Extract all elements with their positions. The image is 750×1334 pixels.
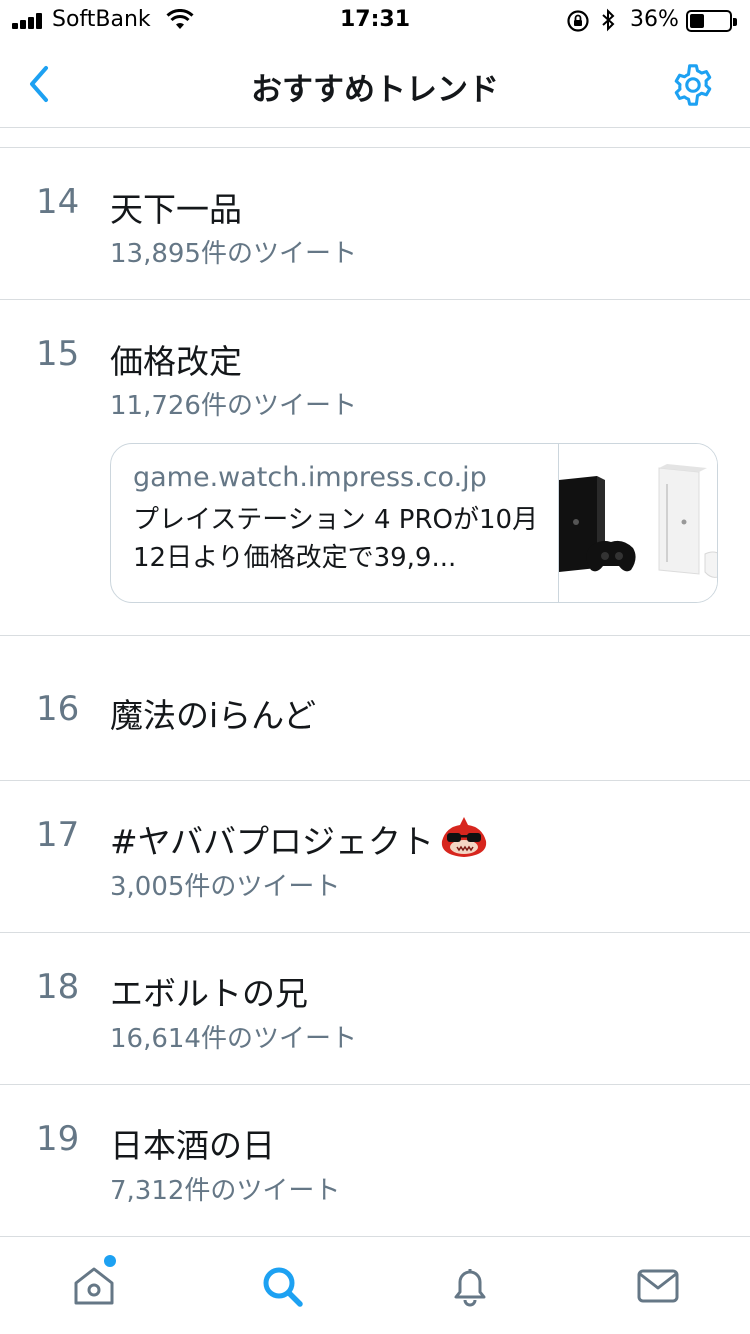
- link-preview-card[interactable]: game.watch.impress.co.jp プレイステーション 4 PRO…: [110, 443, 718, 603]
- trend-rank: 17: [36, 815, 80, 855]
- notifications-icon[interactable]: [446, 1263, 494, 1309]
- divider: [0, 635, 750, 636]
- tweet-count: 7,312件のツイート: [110, 1176, 341, 1206]
- divider: [0, 932, 750, 933]
- trend-name: 魔法のiらんど: [110, 696, 317, 735]
- new-content-dot: [104, 1255, 116, 1267]
- rotation-lock-icon: [567, 10, 589, 32]
- divider: [0, 1084, 750, 1085]
- trend-name: #ヤババプロジェクト: [110, 822, 434, 861]
- trend-name: 価格改定: [110, 342, 242, 381]
- trend-name: 日本酒の日: [110, 1126, 275, 1165]
- tweet-count: 3,005件のツイート: [110, 872, 341, 902]
- card-domain: game.watch.impress.co.jp: [133, 462, 487, 493]
- battery-percent: 36%: [630, 7, 679, 32]
- trend-name: エボルトの兄: [110, 974, 308, 1013]
- sunglasses-mascot-emoji-icon: [441, 817, 487, 857]
- navigation-bar: おすすめトレンド: [0, 40, 750, 128]
- gear-icon[interactable]: [670, 62, 716, 108]
- page-title: おすすめトレンド: [251, 72, 499, 108]
- card-description: プレイステーション 4 PROが10月12日より価格改定で39,9...: [133, 505, 539, 573]
- messages-icon[interactable]: [634, 1263, 682, 1309]
- trend-rank: 14: [36, 182, 80, 222]
- search-icon[interactable]: [258, 1263, 306, 1309]
- tab-bar: [0, 1236, 750, 1334]
- trend-rank: 19: [36, 1119, 80, 1159]
- bluetooth-icon: [602, 8, 615, 32]
- trend-rank: 18: [36, 967, 80, 1007]
- card-thumbnail-image: [558, 444, 717, 602]
- tweet-count: 16,614件のツイート: [110, 1024, 357, 1054]
- card-text: game.watch.impress.co.jp プレイステーション 4 PRO…: [133, 462, 553, 577]
- trend-name: 天下一品: [110, 190, 242, 229]
- trend-rank: 16: [36, 689, 80, 729]
- divider: [0, 147, 750, 148]
- status-bar: SoftBank 17:31 36%: [0, 0, 750, 40]
- game-console-image: [559, 444, 717, 602]
- tweet-count: 13,895件のツイート: [110, 239, 357, 269]
- divider: [0, 299, 750, 300]
- tweet-count: 11,726件のツイート: [110, 391, 357, 421]
- battery-icon: [686, 10, 737, 32]
- home-icon[interactable]: [70, 1263, 118, 1309]
- divider: [0, 780, 750, 781]
- trend-rank: 15: [36, 334, 80, 374]
- trend-name-row: #ヤババプロジェクト: [110, 815, 488, 863]
